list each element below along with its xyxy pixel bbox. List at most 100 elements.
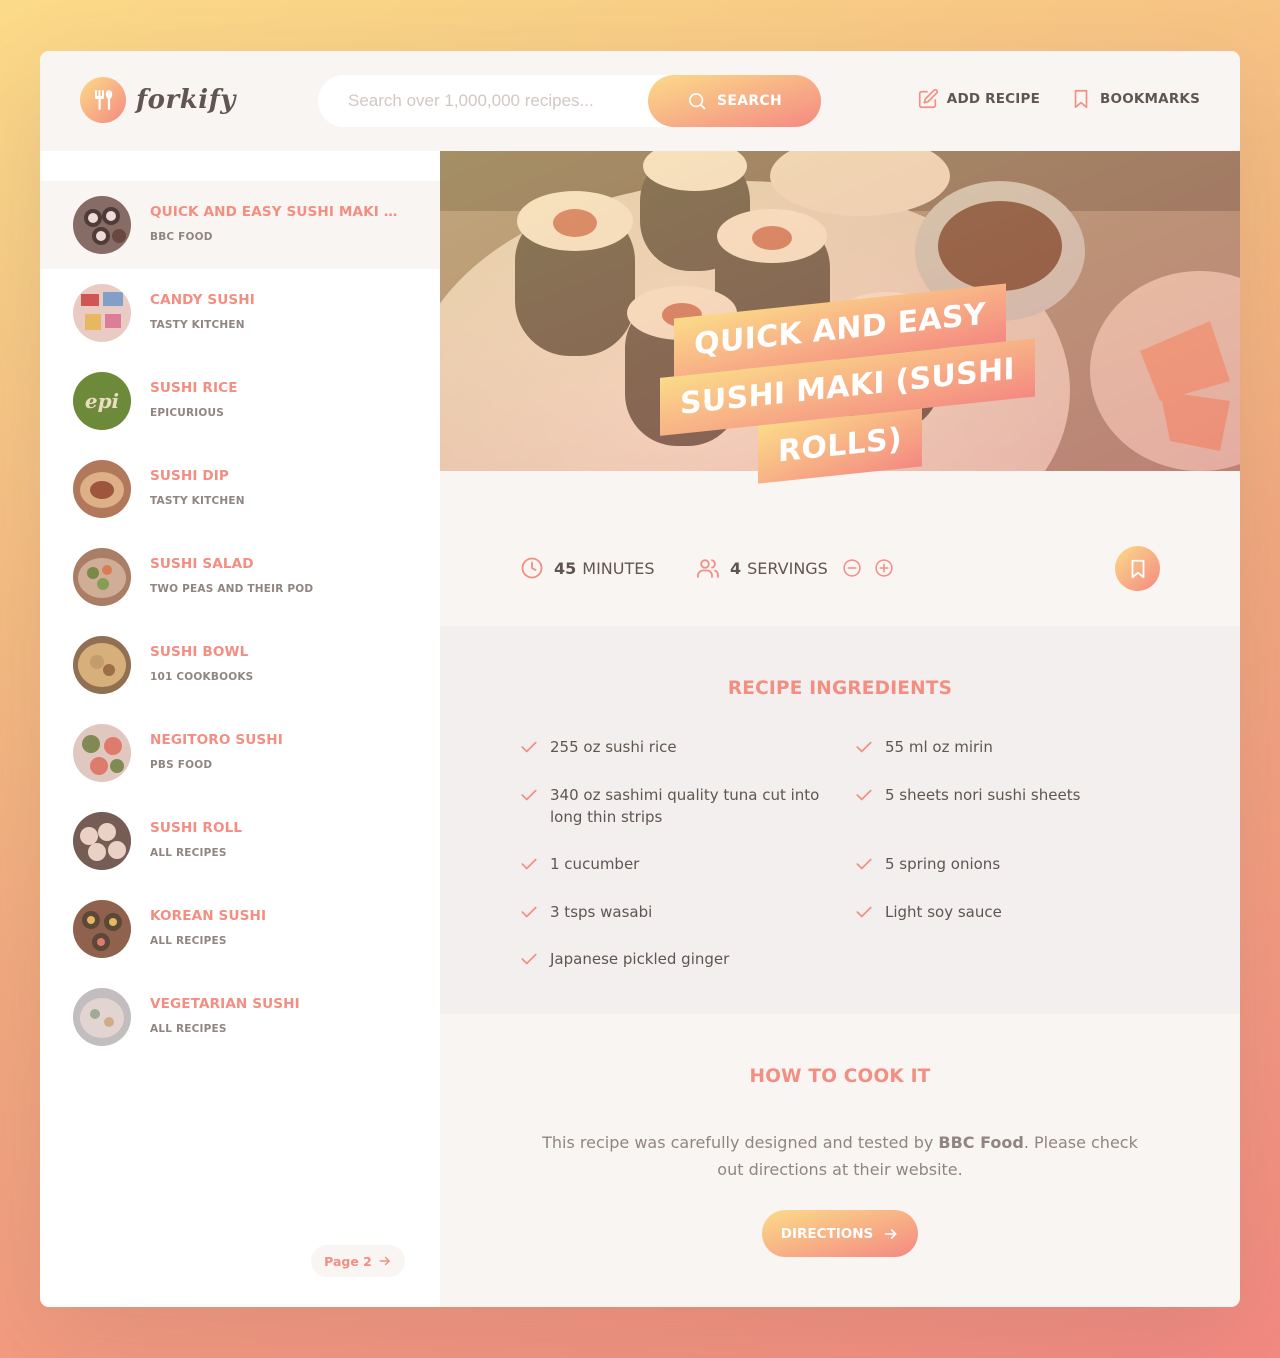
result-title: SUSHI ROLL xyxy=(150,820,243,836)
sushi-dip-thumbnail xyxy=(73,460,131,518)
ingredient-text: 1 cucumber xyxy=(550,855,640,873)
result-publisher: ALL RECIPES xyxy=(150,1023,227,1035)
result-item[interactable]: SUSHI BOWL 101 COOKBOOKS xyxy=(40,621,440,709)
sushi-roll-thumbnail xyxy=(73,812,131,870)
result-item[interactable]: VEGETARIAN SUSHI ALL RECIPES xyxy=(40,973,440,1061)
result-item[interactable]: KOREAN SUSHI ALL RECIPES xyxy=(40,885,440,973)
nav: ADD RECIPE BOOKMARKS xyxy=(887,88,1200,110)
result-publisher: BBC FOOD xyxy=(150,231,213,243)
cooking-time-value: 45 xyxy=(554,558,577,578)
result-title: VEGETARIAN SUSHI xyxy=(150,996,300,1012)
result-title: NEGITORO SUSHI xyxy=(150,732,283,748)
users-icon xyxy=(697,559,719,578)
search-results: QUICK AND EASY SUSHI MAKI (SU... BBC FOOD… xyxy=(40,151,440,1307)
sushi-maki-thumbnail xyxy=(73,196,131,254)
ingredient-text: 5 sheets nori sushi sheets xyxy=(885,786,1081,804)
recipe: QUICK AND EASY SUSHI MAKI (SUSHI ROLLS) … xyxy=(440,151,1240,1307)
check-icon xyxy=(856,858,872,870)
negitoro-thumbnail xyxy=(73,724,131,782)
recipe-details: 45 MINUTES 4 SERVINGS xyxy=(440,471,1240,626)
ingredient-text: Light soy sauce xyxy=(885,903,1002,921)
ingredient-text: 255 oz sushi rice xyxy=(550,738,677,756)
ingredient-item: Japanese pickled ginger xyxy=(520,948,820,970)
check-icon xyxy=(856,741,872,753)
result-publisher: EPICURIOUS xyxy=(150,407,225,419)
result-title: SUSHI SALAD xyxy=(150,556,254,572)
result-publisher: ALL RECIPES xyxy=(150,847,227,859)
servings: 4 SERVINGS xyxy=(696,556,906,580)
result-title: KOREAN SUSHI xyxy=(150,908,267,924)
ingredients-section: RECIPE INGREDIENTS 255 oz sushi rice 55 m… xyxy=(440,626,1240,1014)
decrease-servings-button[interactable] xyxy=(842,558,872,578)
result-item[interactable]: SUSHI DIP TASTY KITCHEN xyxy=(40,445,440,533)
next-page-button[interactable]: Page 2 xyxy=(311,1245,405,1277)
result-publisher: PBS FOOD xyxy=(150,759,213,771)
next-page-label: Page 2 xyxy=(324,1253,372,1269)
result-item[interactable]: SUSHI SALAD TWO PEAS AND THEIR POD xyxy=(40,533,440,621)
bookmarks-label: BOOKMARKS xyxy=(1100,91,1200,107)
candy-sushi-thumbnail xyxy=(73,284,131,342)
directions-text: This recipe was carefully designed and t… xyxy=(540,1129,1140,1183)
result-item[interactable]: SUSHI ROLL ALL RECIPES xyxy=(40,797,440,885)
ingredient-item: 1 cucumber xyxy=(520,853,820,875)
bookmarks-button[interactable]: BOOKMARKS xyxy=(1070,88,1200,110)
result-publisher: TASTY KITCHEN xyxy=(150,495,245,507)
ingredient-item: 5 spring onions xyxy=(855,853,1155,875)
result-publisher: ALL RECIPES xyxy=(150,935,227,947)
result-title: SUSHI BOWL xyxy=(150,644,249,660)
bookmark-recipe-button[interactable] xyxy=(1115,546,1160,591)
logo-text: forkify xyxy=(136,85,236,115)
directions-button[interactable]: DIRECTIONS xyxy=(762,1210,918,1257)
header: forkify SEARCH ADD RECIPE xyxy=(40,51,1240,151)
logo[interactable]: forkify xyxy=(80,77,236,123)
result-item[interactable]: epi SUSHI RICE EPICURIOUS xyxy=(40,357,440,445)
search-button[interactable]: SEARCH xyxy=(648,75,821,127)
check-icon xyxy=(521,906,537,918)
check-icon xyxy=(521,953,537,965)
cooking-time-unit: MINUTES xyxy=(582,558,655,578)
check-icon xyxy=(521,789,537,801)
ingredients-heading: RECIPE INGREDIENTS xyxy=(727,678,953,699)
directions-section: HOW TO COOK IT This recipe was carefully… xyxy=(440,1014,1240,1307)
check-icon xyxy=(521,741,537,753)
add-recipe-label: ADD RECIPE xyxy=(946,91,1041,107)
bookmark-icon xyxy=(1074,89,1088,109)
directions-button-label: DIRECTIONS xyxy=(780,1225,874,1242)
result-item[interactable]: NEGITORO SUSHI PBS FOOD xyxy=(40,709,440,797)
directions-text-before: This recipe was carefully designed and t… xyxy=(542,1133,939,1152)
check-icon xyxy=(856,789,872,801)
directions-publisher: BBC Food xyxy=(938,1133,1024,1152)
ingredient-item: 3 tsps wasabi xyxy=(520,901,820,923)
arrow-right-icon xyxy=(379,1256,390,1266)
sushi-salad-thumbnail xyxy=(73,548,131,606)
minus-circle-icon xyxy=(843,559,861,577)
ingredient-item: 5 sheets nori sushi sheets xyxy=(855,784,1155,806)
ingredient-item: 255 oz sushi rice xyxy=(520,736,820,758)
plus-circle-icon xyxy=(875,559,893,577)
cooking-time: 45 MINUTES xyxy=(520,556,655,580)
ingredient-text: Japanese pickled ginger xyxy=(550,950,730,968)
ingredient-text: 340 oz sashimi quality tuna cut into lon… xyxy=(550,786,820,826)
app-container: forkify SEARCH ADD RECIPE xyxy=(40,51,1240,1307)
ingredient-item: 340 oz sashimi quality tuna cut into lon… xyxy=(520,784,820,828)
result-item[interactable]: QUICK AND EASY SUSHI MAKI (SU... BBC FOOD xyxy=(40,181,440,269)
result-title: SUSHI RICE xyxy=(150,380,238,396)
search-input[interactable] xyxy=(348,91,648,111)
result-publisher: 101 COOKBOOKS xyxy=(150,671,254,683)
ingredient-text: 3 tsps wasabi xyxy=(550,903,653,921)
directions-heading: HOW TO COOK IT xyxy=(749,1066,931,1087)
fork-spoon-icon xyxy=(80,77,126,123)
arrow-right-icon xyxy=(885,1228,897,1239)
add-recipe-button[interactable]: ADD RECIPE xyxy=(917,88,1040,110)
check-icon xyxy=(521,858,537,870)
increase-servings-button[interactable] xyxy=(874,558,904,578)
result-item[interactable]: CANDY SUSHI TASTY KITCHEN xyxy=(40,269,440,357)
ingredient-item: Light soy sauce xyxy=(855,901,1155,923)
sushi-bowl-thumbnail xyxy=(73,636,131,694)
clock-icon xyxy=(521,557,543,579)
result-publisher: TWO PEAS AND THEIR POD xyxy=(150,583,314,595)
bookmark-icon xyxy=(1131,559,1144,578)
check-icon xyxy=(856,906,872,918)
epicurious-logo-thumbnail: epi xyxy=(73,372,131,430)
search-icon xyxy=(689,93,706,110)
